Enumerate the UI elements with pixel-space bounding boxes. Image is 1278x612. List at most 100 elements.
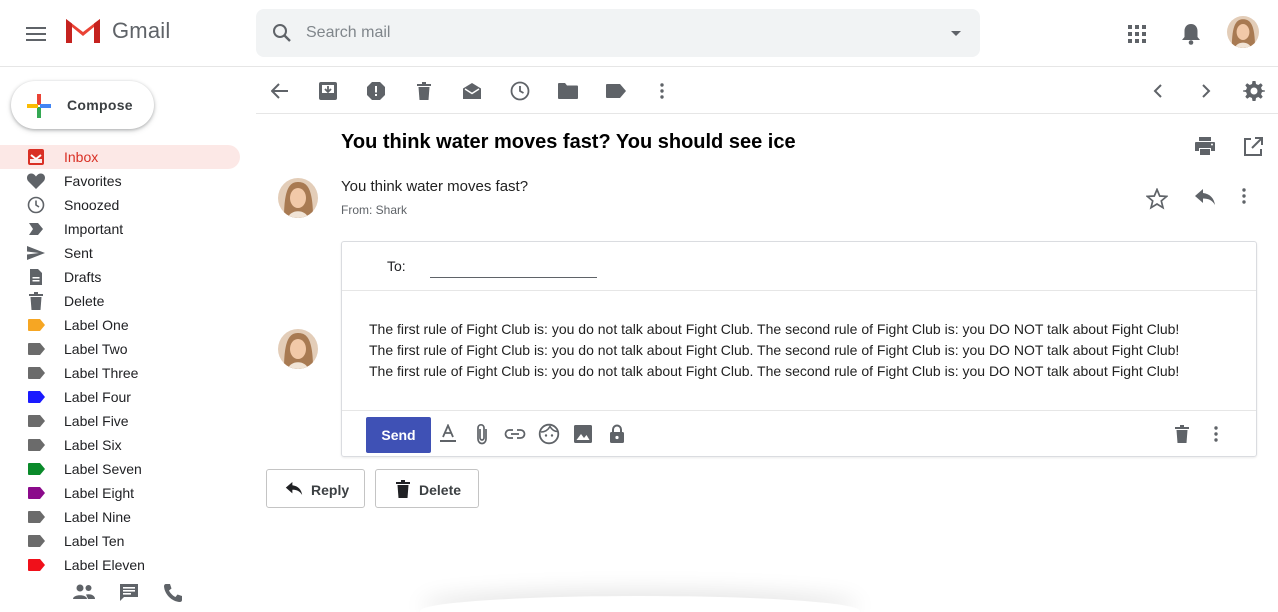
more-vertical-icon[interactable] bbox=[650, 79, 674, 103]
draft-icon bbox=[26, 268, 46, 286]
sidebar-item-label-eleven[interactable]: Label Eleven bbox=[0, 553, 240, 577]
sidebar-item-label-nine[interactable]: Label Nine bbox=[0, 505, 240, 529]
label-tag-icon[interactable] bbox=[604, 79, 628, 103]
sidebar-item-snoozed[interactable]: Snoozed bbox=[0, 193, 240, 217]
search-icon[interactable] bbox=[270, 21, 294, 45]
sidebar-item-label-four[interactable]: Label Four bbox=[0, 385, 240, 409]
sidebar-item-label-eight[interactable]: Label Eight bbox=[0, 481, 240, 505]
sidebar-item-label: Favorites bbox=[64, 173, 122, 189]
sidebar-item-sent[interactable]: Sent bbox=[0, 241, 240, 265]
emoji-icon[interactable] bbox=[537, 422, 561, 446]
report-spam-icon[interactable] bbox=[364, 79, 388, 103]
delete-icon[interactable] bbox=[412, 79, 436, 103]
notifications-bell-icon[interactable] bbox=[1180, 22, 1202, 46]
reply-button-label: Reply bbox=[311, 482, 350, 498]
archive-icon[interactable] bbox=[316, 79, 340, 103]
to-recipient-input[interactable] bbox=[430, 256, 597, 278]
sidebar-item-label-ten[interactable]: Label Ten bbox=[0, 529, 240, 553]
confidential-lock-icon[interactable] bbox=[605, 422, 629, 446]
reply-compose-box: To: The first rule of Fight Club is: you… bbox=[341, 241, 1257, 457]
snooze-clock-icon[interactable] bbox=[508, 79, 532, 103]
search-input[interactable] bbox=[306, 9, 926, 57]
reply-formatting-toolbar: Send bbox=[342, 410, 1256, 456]
phone-icon[interactable] bbox=[162, 582, 184, 604]
reply-button[interactable]: Reply bbox=[266, 469, 365, 508]
message-more-icon[interactable] bbox=[1242, 188, 1246, 204]
delete-button[interactable]: Delete bbox=[375, 469, 479, 508]
back-arrow-icon[interactable] bbox=[268, 79, 292, 103]
sidebar-item-label: Sent bbox=[64, 245, 93, 261]
sidebar-item-favorites[interactable]: Favorites bbox=[0, 169, 240, 193]
sidebar-item-label-two[interactable]: Label Two bbox=[0, 337, 240, 361]
reply-body-editor[interactable]: The first rule of Fight Club is: you do … bbox=[369, 319, 1249, 382]
contacts-icon[interactable] bbox=[72, 582, 96, 604]
label-icon bbox=[26, 340, 46, 358]
insert-photo-icon[interactable] bbox=[571, 422, 595, 446]
newer-chevron-left-icon[interactable] bbox=[1146, 79, 1170, 103]
label-icon bbox=[26, 436, 46, 454]
label-icon bbox=[26, 364, 46, 382]
plus-icon bbox=[26, 93, 52, 119]
sidebar-item-label: Delete bbox=[64, 293, 105, 309]
attach-paperclip-icon[interactable] bbox=[470, 422, 494, 446]
star-icon[interactable] bbox=[1146, 188, 1168, 210]
sidebar-item-label-five[interactable]: Label Five bbox=[0, 409, 240, 433]
account-avatar[interactable] bbox=[1227, 16, 1259, 48]
sender-line: From: Shark bbox=[341, 203, 408, 217]
inbox-icon bbox=[26, 148, 46, 166]
settings-gear-icon[interactable] bbox=[1242, 79, 1266, 103]
sidebar-item-label: Label Four bbox=[64, 389, 131, 405]
mark-unread-icon[interactable] bbox=[460, 79, 484, 103]
chat-icon[interactable] bbox=[118, 582, 140, 604]
email-subject: You think water moves fast? You should s… bbox=[341, 131, 796, 153]
sidebar-item-label: Snoozed bbox=[64, 197, 120, 213]
body-line: The first rule of Fight Club is: you do … bbox=[369, 342, 1180, 358]
sidebar-item-label: Label Two bbox=[64, 341, 128, 357]
sender-avatar[interactable] bbox=[278, 178, 318, 218]
main-menu-icon[interactable] bbox=[20, 18, 52, 50]
sidebar-item-delete[interactable]: Delete bbox=[0, 289, 240, 313]
sidebar-item-label: Label Three bbox=[64, 365, 139, 381]
older-chevron-right-icon[interactable] bbox=[1194, 79, 1218, 103]
message-snippet: You think water moves fast? bbox=[341, 178, 529, 195]
send-button[interactable]: Send bbox=[366, 417, 431, 453]
gmail-logo[interactable]: Gmail bbox=[64, 16, 170, 45]
label-icon bbox=[26, 388, 46, 406]
sidebar-item-label-one[interactable]: Label One bbox=[0, 313, 240, 337]
insert-link-icon[interactable] bbox=[503, 422, 527, 446]
discard-draft-trash-icon[interactable] bbox=[1170, 422, 1194, 446]
sidebar-item-drafts[interactable]: Drafts bbox=[0, 265, 240, 289]
text-format-icon[interactable] bbox=[436, 422, 460, 446]
search-options-icon[interactable] bbox=[950, 27, 962, 39]
message-toolbar bbox=[256, 67, 1278, 114]
to-row: To: bbox=[342, 242, 1256, 291]
reply-arrow-icon[interactable] bbox=[1194, 188, 1216, 206]
print-icon[interactable] bbox=[1194, 136, 1216, 156]
sidebar-item-label: Label Seven bbox=[64, 461, 142, 477]
sidebar-item-label: Label One bbox=[64, 317, 129, 333]
send-icon bbox=[26, 244, 46, 262]
label-icon bbox=[26, 532, 46, 550]
compose-more-options-icon[interactable] bbox=[1204, 422, 1228, 446]
sidebar-item-label: Label Nine bbox=[64, 509, 131, 525]
apps-grid-icon[interactable] bbox=[1125, 22, 1149, 46]
delete-button-label: Delete bbox=[419, 482, 462, 498]
label-icon bbox=[26, 484, 46, 502]
sidebar-item-important[interactable]: Important bbox=[0, 217, 240, 241]
sidebar-item-label-three[interactable]: Label Three bbox=[0, 361, 240, 385]
sidebar-item-inbox[interactable]: Inbox bbox=[0, 145, 240, 169]
sidebar-item-label: Drafts bbox=[64, 269, 102, 285]
reply-author-avatar bbox=[278, 329, 318, 369]
open-in-new-window-icon[interactable] bbox=[1242, 136, 1264, 158]
sidebar-item-label-seven[interactable]: Label Seven bbox=[0, 457, 240, 481]
reply-icon bbox=[285, 481, 303, 496]
gmail-m-icon bbox=[66, 19, 100, 43]
move-to-folder-icon[interactable] bbox=[556, 79, 580, 103]
heart-icon bbox=[26, 172, 46, 190]
sidebar-item-label: Important bbox=[64, 221, 124, 237]
floating-panel-shadow bbox=[420, 596, 860, 612]
compose-button[interactable]: Compose bbox=[11, 81, 154, 129]
sidebar-item-label: Label Five bbox=[64, 413, 129, 429]
sidebar-item-label: Label Eight bbox=[64, 485, 135, 501]
sidebar-item-label-six[interactable]: Label Six bbox=[0, 433, 240, 457]
